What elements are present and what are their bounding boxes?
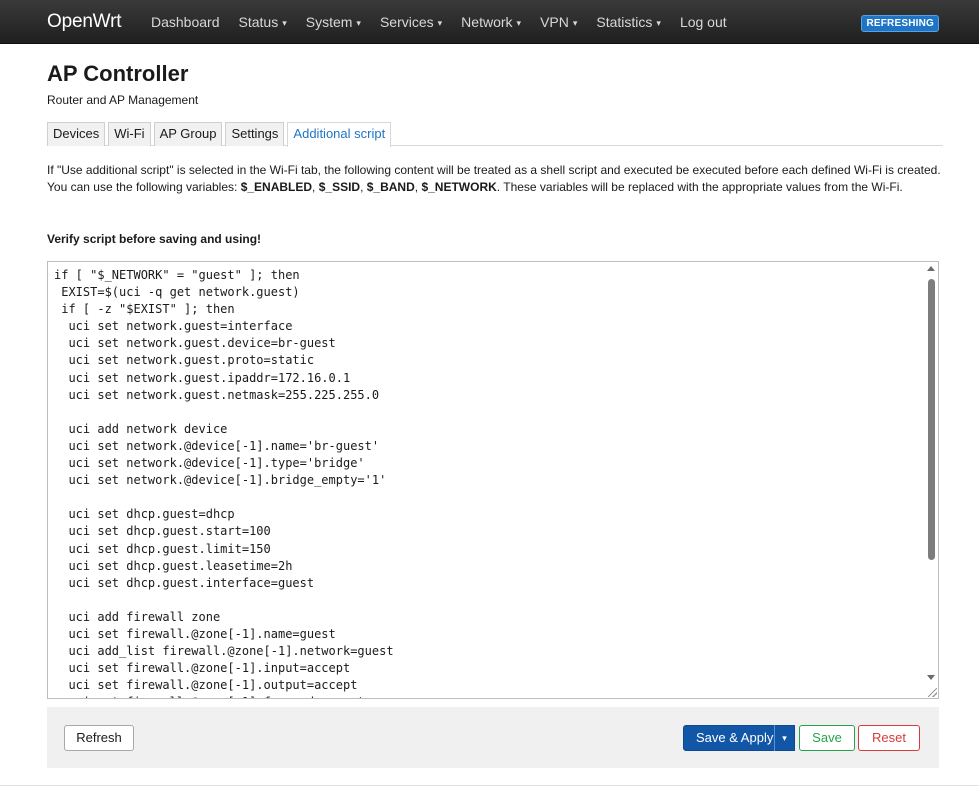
caret-down-icon: ▾ — [437, 18, 443, 28]
variable-ssid: $_SSID — [318, 180, 361, 194]
save-button[interactable]: Save — [799, 725, 855, 751]
caret-down-icon: ▾ — [282, 18, 287, 28]
caret-down-icon: ▾ — [516, 18, 522, 28]
script-content[interactable]: if [ "$_NETWORK" = "guest" ]; then EXIST… — [54, 267, 394, 698]
nav-item-status[interactable]: Status ▾ — [239, 14, 287, 30]
nav-item-services[interactable]: Services ▾ — [380, 14, 442, 30]
scrollbar-thumb[interactable] — [928, 279, 935, 560]
save-apply-dropdown-icon[interactable]: ▾ — [774, 725, 794, 751]
page-title: AP Controller — [47, 61, 189, 86]
script-textarea[interactable]: if [ "$_NETWORK" = "guest" ]; then EXIST… — [47, 261, 939, 699]
caret-down-icon: ▾ — [356, 18, 361, 28]
variable-enabled: $_ENABLED — [240, 180, 313, 194]
script-description: If "Use additional script" is selected i… — [47, 163, 941, 194]
caret-down-icon: ▾ — [656, 18, 661, 28]
nav-item-system[interactable]: System ▾ — [306, 14, 361, 30]
footer-divider — [0, 785, 979, 786]
save-apply-label: Save & Apply — [696, 730, 774, 745]
scroll-up-arrow-icon[interactable] — [927, 266, 935, 271]
page-subtitle: Router and AP Management — [47, 93, 199, 107]
brand-logo[interactable]: OpenWrt — [47, 11, 121, 33]
verify-warning: Verify script before saving and using! — [47, 232, 262, 246]
nav-item-logout[interactable]: Log out — [680, 14, 727, 30]
tab-devices[interactable]: Devices — [47, 122, 106, 146]
nav-item-dashboard[interactable]: Dashboard — [151, 14, 220, 30]
tab-ap-group[interactable]: AP Group — [153, 122, 223, 146]
resize-handle-icon[interactable] — [928, 688, 937, 697]
nav-item-network[interactable]: Network ▾ — [461, 14, 521, 30]
nav-item-statistics[interactable]: Statistics ▾ — [596, 14, 661, 30]
action-bar: Refresh Save & Apply ▾ Save Reset — [47, 707, 939, 768]
vertical-scrollbar[interactable] — [924, 262, 938, 698]
top-navbar: OpenWrt Dashboard Status ▾ System ▾ Servic… — [0, 0, 979, 44]
caret-down-icon: ▾ — [572, 18, 578, 28]
tab-wifi[interactable]: Wi-Fi — [108, 122, 151, 146]
refresh-button[interactable]: Refresh — [64, 725, 134, 751]
section-tabs: Devices Wi-Fi AP Group Settings Addition… — [47, 122, 943, 147]
tab-additional-script[interactable]: Additional script — [287, 122, 392, 147]
refreshing-badge[interactable]: REFRESHING — [861, 15, 939, 32]
save-apply-button[interactable]: Save & Apply ▾ — [683, 725, 795, 751]
nav-item-vpn[interactable]: VPN ▾ — [540, 14, 577, 30]
variable-network: $_NETWORK — [421, 180, 497, 194]
tab-settings[interactable]: Settings — [225, 122, 285, 146]
reset-button[interactable]: Reset — [858, 725, 920, 751]
main-menu: Dashboard Status ▾ System ▾ Services ▾ Netw… — [151, 0, 746, 44]
scroll-down-arrow-icon[interactable] — [927, 675, 935, 680]
variable-band: $_BAND — [366, 180, 415, 194]
